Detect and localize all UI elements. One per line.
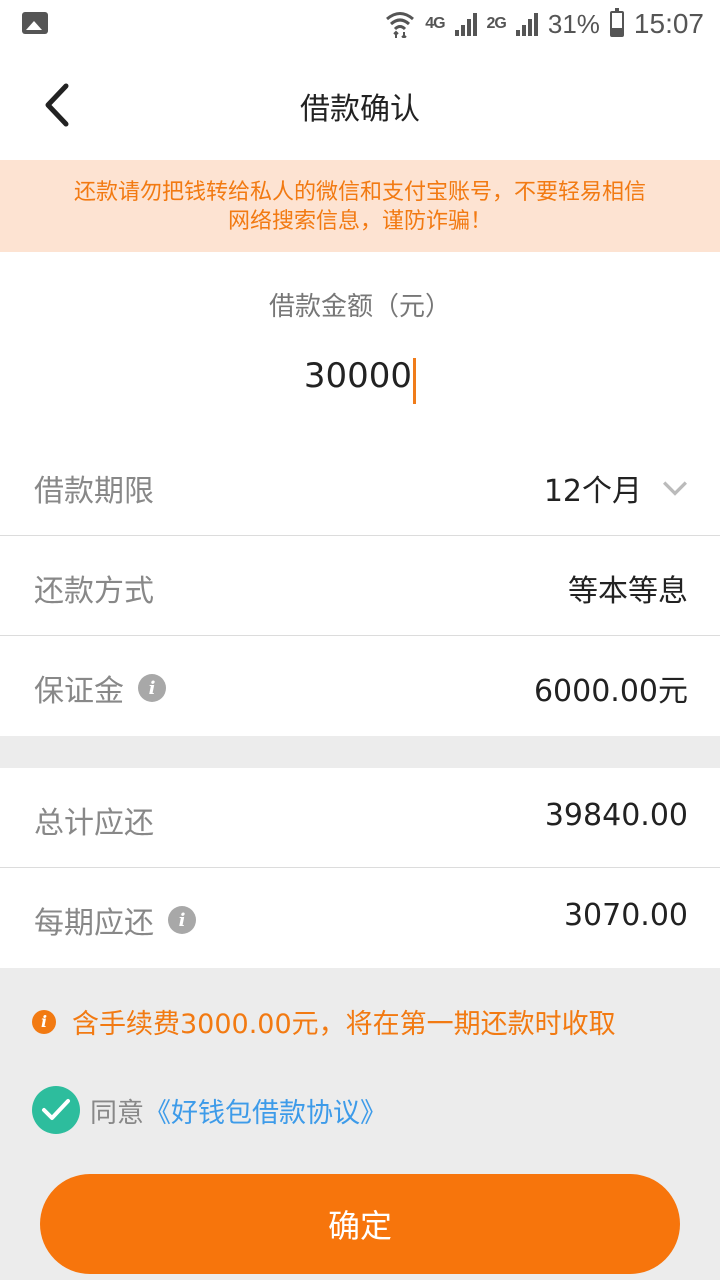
agreement-prefix: 同意 (90, 1097, 144, 1129)
term-row[interactable]: 借款期限 12个月 (0, 436, 720, 536)
image-notification-icon (22, 12, 48, 34)
battery-icon (609, 8, 624, 37)
chevron-down-icon (663, 481, 687, 496)
check-icon (42, 1099, 70, 1120)
info-icon[interactable]: i (138, 674, 166, 702)
agreement-row: 同意 《好钱包借款协议》 (32, 1086, 387, 1134)
term-label: 借款期限 (34, 474, 154, 509)
network-2g-label: 2G (486, 15, 507, 32)
amount-input[interactable]: 30000 (304, 356, 412, 396)
amount-label: 借款金额（元） (268, 292, 451, 322)
term-select[interactable]: 12个月 (544, 466, 688, 510)
total-row: 总计应还 39840.00 (0, 768, 720, 868)
method-value: 等本等息 (568, 574, 688, 609)
agreement-link[interactable]: 《好钱包借款协议》 (144, 1091, 387, 1130)
text-cursor (413, 357, 417, 404)
status-icons: 4G 2G 31% 15:07 (385, 8, 704, 40)
total-value: 39840.00 (544, 798, 688, 833)
signal-icon-2 (515, 12, 538, 36)
info-icon[interactable]: i (168, 906, 196, 934)
warning-line-2: 网络搜索信息，谨防诈骗！ (227, 209, 492, 234)
signal-icon (454, 12, 477, 36)
fraud-warning-banner: 还款请勿把钱转给私人的微信和支付宝账号，不要轻易相信 网络搜索信息，谨防诈骗！ (0, 160, 720, 252)
network-4g-label: 4G (425, 15, 445, 32)
info-icon: i (32, 1009, 56, 1034)
deposit-value: 6000.00元 (533, 674, 688, 709)
status-bar: 4G 2G 31% 15:07 (0, 0, 720, 50)
section-separator (0, 736, 720, 768)
warning-line-1: 还款请勿把钱转给私人的微信和支付宝账号，不要轻易相信 (73, 180, 646, 205)
per-period-row: 每期应还 i 3070.00 (0, 868, 720, 968)
battery-percent: 31% (547, 8, 600, 39)
clock: 15:07 (633, 8, 704, 39)
per-period-label: 每期应还 i (34, 898, 196, 942)
confirm-button[interactable]: 确定 (40, 1174, 680, 1274)
wifi-icon (386, 12, 415, 38)
fee-note-text: 含手续费3000.00元，将在第一期还款时收取 (72, 1009, 616, 1040)
repayment-method-row: 还款方式 等本等息 (0, 536, 720, 636)
term-value: 12个月 (543, 474, 642, 509)
amount-field[interactable]: 30000 (0, 356, 720, 406)
deposit-row: 保证金 i 6000.00元 (0, 636, 720, 736)
agreement-checkbox[interactable] (32, 1086, 80, 1134)
total-label: 总计应还 (34, 806, 154, 841)
per-period-value: 3070.00 (563, 898, 688, 933)
fee-note: i 含手续费3000.00元，将在第一期还款时收取 (32, 1002, 616, 1041)
page-title: 借款确认 (300, 92, 420, 127)
nav-bar: 借款确认 (0, 50, 720, 160)
deposit-label: 保证金 i (34, 666, 166, 710)
method-label: 还款方式 (34, 574, 154, 609)
